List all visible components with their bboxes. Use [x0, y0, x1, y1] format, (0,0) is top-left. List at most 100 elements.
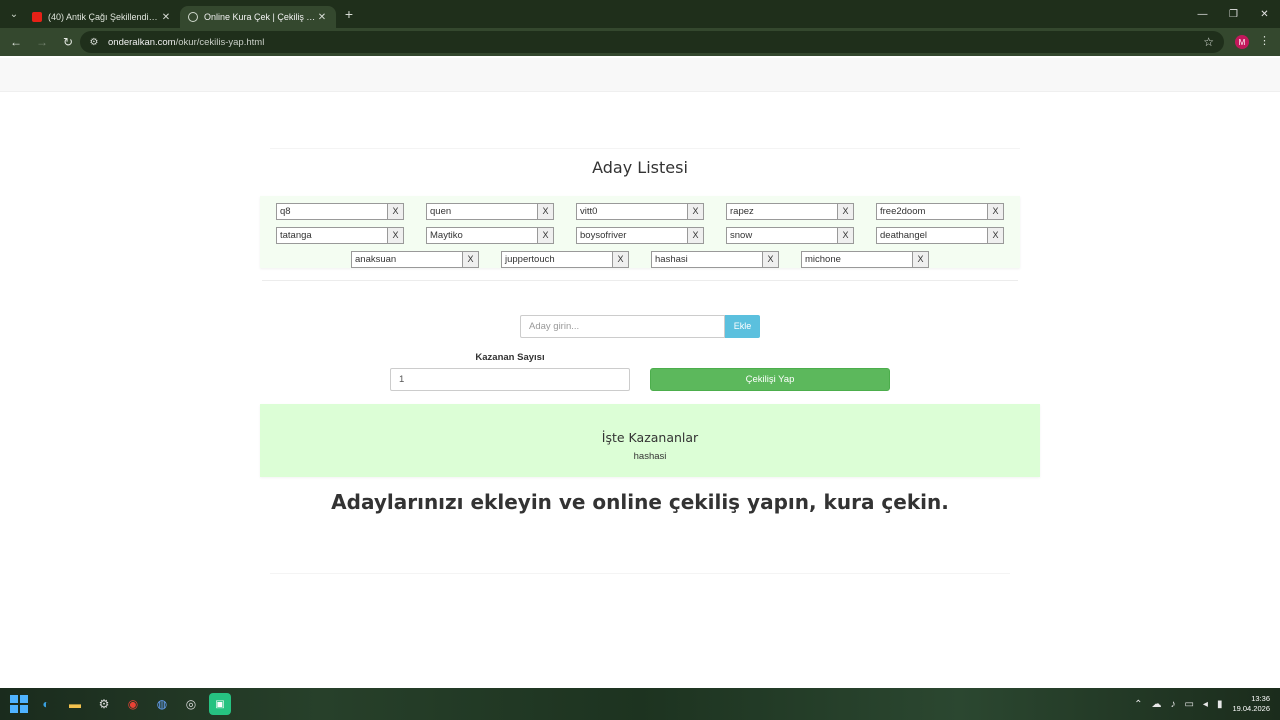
- edge-icon[interactable]: ◐: [35, 693, 57, 715]
- candidate-name[interactable]: vitt0: [576, 203, 688, 220]
- app-icon[interactable]: ▣: [209, 693, 231, 715]
- candidate-name[interactable]: free2doom: [876, 203, 988, 220]
- reload-icon[interactable]: ↻: [56, 30, 80, 54]
- app-icon[interactable]: ◎: [180, 693, 202, 715]
- address-bar[interactable]: ⚙ onderalkan.com/okur/cekilis-yap.html ☆: [80, 31, 1224, 53]
- candidate-name[interactable]: boysofriver: [576, 227, 688, 244]
- file-explorer-icon[interactable]: ▬: [64, 693, 86, 715]
- remove-candidate-button[interactable]: X: [388, 203, 404, 220]
- browser-toolbar: ← → ↻ ⚙ onderalkan.com/okur/cekilis-yap.…: [0, 28, 1280, 56]
- candidate-item: snow X: [726, 227, 854, 244]
- back-icon[interactable]: ←: [4, 30, 28, 54]
- remove-candidate-button[interactable]: X: [838, 227, 854, 244]
- winner-count-input[interactable]: 1: [390, 368, 630, 391]
- bookmark-star-icon[interactable]: ☆: [1203, 35, 1214, 49]
- cloud-icon[interactable]: ☁: [1151, 699, 1161, 710]
- candidate-row: q8 X quen X vitt0 X rapez X free2doom X: [260, 203, 1020, 220]
- candidate-name[interactable]: tatanga: [276, 227, 388, 244]
- candidate-name[interactable]: q8: [276, 203, 388, 220]
- candidate-row: tatanga X Maytiko X boysofriver X snow X dea…: [260, 227, 1020, 244]
- winners-title: İşte Kazananlar: [601, 430, 699, 445]
- candidate-input[interactable]: Aday girin...: [520, 315, 725, 338]
- candidate-name[interactable]: rapez: [726, 203, 838, 220]
- url-text: onderalkan.com/okur/cekilis-yap.html: [108, 36, 265, 48]
- candidate-item: free2doom X: [876, 203, 1004, 220]
- candidate-name[interactable]: deathangel: [876, 227, 988, 244]
- remove-candidate-button[interactable]: X: [538, 227, 554, 244]
- page-headline: Adaylarınızı ekleyin ve online çekiliş y…: [331, 490, 949, 514]
- candidate-name[interactable]: Maytiko: [426, 227, 538, 244]
- candidate-list: q8 X quen X vitt0 X rapez X free2doom X tatan…: [260, 196, 1020, 268]
- candidate-list-title: Aday Listesi: [592, 158, 688, 177]
- clock-date: 19.04.2026: [1232, 704, 1270, 713]
- remove-candidate-button[interactable]: X: [988, 203, 1004, 220]
- battery-icon[interactable]: ▮: [1217, 699, 1223, 710]
- restore-icon[interactable]: ❐: [1218, 0, 1249, 28]
- clock[interactable]: 13:36 19.04.2026: [1232, 694, 1270, 714]
- candidate-item: q8 X: [276, 203, 404, 220]
- candidate-item: hashasi X: [651, 251, 779, 268]
- remove-candidate-button[interactable]: X: [538, 203, 554, 220]
- remove-candidate-button[interactable]: X: [688, 203, 704, 220]
- candidate-item: tatanga X: [276, 227, 404, 244]
- forward-icon[interactable]: →: [30, 30, 54, 54]
- remove-candidate-button[interactable]: X: [988, 227, 1004, 244]
- candidate-item: anaksuan X: [351, 251, 479, 268]
- new-tab-button[interactable]: +: [338, 6, 360, 22]
- settings-icon[interactable]: ⚙: [93, 693, 115, 715]
- youtube-icon: [32, 12, 42, 22]
- remove-candidate-button[interactable]: X: [388, 227, 404, 244]
- volume-icon[interactable]: ◂: [1203, 699, 1208, 710]
- tab-search-icon[interactable]: ⌄: [4, 4, 24, 24]
- menu-kebab-icon[interactable]: ⋮: [1259, 34, 1270, 47]
- candidate-item: rapez X: [726, 203, 854, 220]
- remove-candidate-button[interactable]: X: [838, 203, 854, 220]
- close-window-icon[interactable]: ✕: [1249, 0, 1280, 28]
- candidate-name[interactable]: hashasi: [651, 251, 763, 268]
- web-page: Aday Listesi q8 X quen X vitt0 X rapez X fre…: [0, 56, 1280, 688]
- divider: [262, 280, 1018, 281]
- remove-candidate-button[interactable]: X: [613, 251, 629, 268]
- remove-candidate-button[interactable]: X: [463, 251, 479, 268]
- system-tray: ⌃ ☁ ♪ ▭ ◂ ▮ 13:36 19.04.2026: [1125, 688, 1270, 720]
- remove-candidate-button[interactable]: X: [763, 251, 779, 268]
- chrome-icon[interactable]: ◉: [122, 693, 144, 715]
- clock-time: 13:36: [1251, 694, 1270, 703]
- tab-cekilis[interactable]: Online Kura Çek | Çekiliş Yap ✕: [180, 6, 336, 28]
- remove-candidate-button[interactable]: X: [688, 227, 704, 244]
- microphone-icon[interactable]: ♪: [1170, 699, 1175, 710]
- tab-youtube[interactable]: (40) Antik Çağı Şekillendiren Bü ✕: [24, 6, 180, 28]
- window-controls: — ❐ ✕: [1187, 0, 1280, 28]
- tab-title: (40) Antik Çağı Şekillendiren Bü: [48, 12, 160, 22]
- candidate-name[interactable]: quen: [426, 203, 538, 220]
- tab-close-icon[interactable]: ✕: [160, 12, 172, 23]
- tab-title: Online Kura Çek | Çekiliş Yap: [204, 12, 316, 22]
- candidate-name[interactable]: snow: [726, 227, 838, 244]
- candidate-item: juppertouch X: [501, 251, 629, 268]
- winner-count-label: Kazanan Sayısı: [475, 352, 545, 363]
- app-icon[interactable]: ◍: [151, 693, 173, 715]
- network-icon[interactable]: ▭: [1184, 699, 1193, 710]
- candidate-name[interactable]: michone: [801, 251, 913, 268]
- chevron-up-icon[interactable]: ⌃: [1134, 699, 1142, 710]
- add-candidate-button[interactable]: Ekle: [725, 315, 760, 338]
- winners-panel: İşte Kazananlar hashasi: [260, 404, 1040, 477]
- candidate-name[interactable]: juppertouch: [501, 251, 613, 268]
- windows-taskbar: ◐ ▬ ⚙ ◉ ◍ ◎ ▣ ⌃ ☁ ♪ ▭ ◂ ▮ 13:36 19.04.20…: [0, 688, 1280, 720]
- draw-button[interactable]: Çekilişi Yap: [650, 368, 890, 391]
- profile-avatar[interactable]: M: [1235, 35, 1249, 49]
- divider: [270, 573, 1010, 574]
- candidate-item: boysofriver X: [576, 227, 704, 244]
- candidate-item: michone X: [801, 251, 929, 268]
- start-icon[interactable]: [10, 695, 28, 713]
- candidate-item: quen X: [426, 203, 554, 220]
- candidate-item: Maytiko X: [426, 227, 554, 244]
- tab-close-icon[interactable]: ✕: [316, 12, 328, 23]
- candidate-row: anaksuan X juppertouch X hashasi X michone X: [260, 251, 1020, 268]
- remove-candidate-button[interactable]: X: [913, 251, 929, 268]
- site-settings-icon[interactable]: ⚙: [86, 37, 102, 48]
- candidate-name[interactable]: anaksuan: [351, 251, 463, 268]
- minimize-icon[interactable]: —: [1187, 0, 1218, 28]
- globe-icon: [188, 12, 198, 22]
- browser-tab-bar: ⌄ (40) Antik Çağı Şekillendiren Bü ✕ Onl…: [0, 0, 1280, 28]
